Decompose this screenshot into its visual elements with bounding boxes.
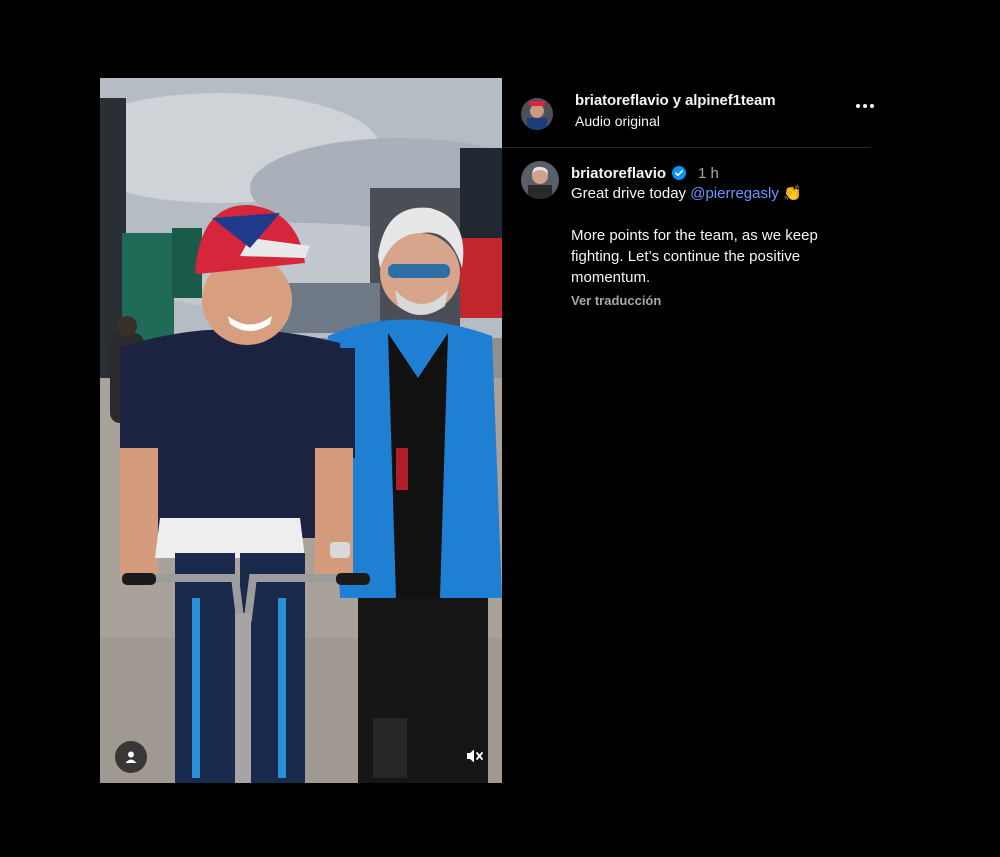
mute-toggle-button[interactable] — [462, 743, 488, 769]
post-timestamp[interactable]: 1 h — [698, 163, 719, 184]
caption-paragraph-2: More points for the team, as we keep fig… — [571, 227, 818, 286]
caption-line-1: Great drive today @pierregasly 👏 — [571, 183, 861, 204]
verified-badge-icon — [672, 166, 687, 180]
owner-avatar[interactable] — [521, 98, 553, 130]
caption-username[interactable]: briatoreflavio — [571, 163, 666, 184]
see-translation-button[interactable]: Ver traducción — [571, 290, 861, 311]
clap-emoji: 👏 — [783, 185, 802, 202]
caption-text-start: Great drive today — [571, 185, 691, 202]
post-caption: briatoreflavio 1 h Great drive today @pi… — [503, 148, 871, 311]
audio-link[interactable]: Audio original — [575, 113, 660, 129]
post-owners[interactable]: briatoreflavio y alpinef1team — [575, 92, 776, 109]
profile-picture-icon — [521, 98, 553, 130]
caption-body: briatoreflavio 1 h Great drive today @pi… — [571, 163, 861, 311]
more-options-icon — [856, 104, 860, 108]
caption-author-avatar[interactable] — [521, 161, 559, 199]
video-frame-image — [100, 78, 502, 783]
user-tag-icon — [125, 751, 137, 763]
caption-text: Great drive today @pierregasly 👏 More po… — [571, 183, 861, 288]
tagged-users-button[interactable] — [115, 741, 147, 773]
caption-author-line: briatoreflavio 1 h — [571, 163, 861, 183]
more-options-button[interactable] — [851, 96, 879, 116]
post-video[interactable] — [100, 78, 502, 783]
more-options-dot — [870, 104, 874, 108]
mention-link[interactable]: @pierregasly — [690, 185, 779, 202]
more-options-dot — [863, 104, 867, 108]
profile-picture-icon — [521, 161, 559, 199]
post-header: briatoreflavio y alpinef1team Audio orig… — [503, 78, 874, 148]
post-side-panel: briatoreflavio y alpinef1team Audio orig… — [503, 78, 874, 311]
muted-speaker-icon — [467, 749, 483, 763]
